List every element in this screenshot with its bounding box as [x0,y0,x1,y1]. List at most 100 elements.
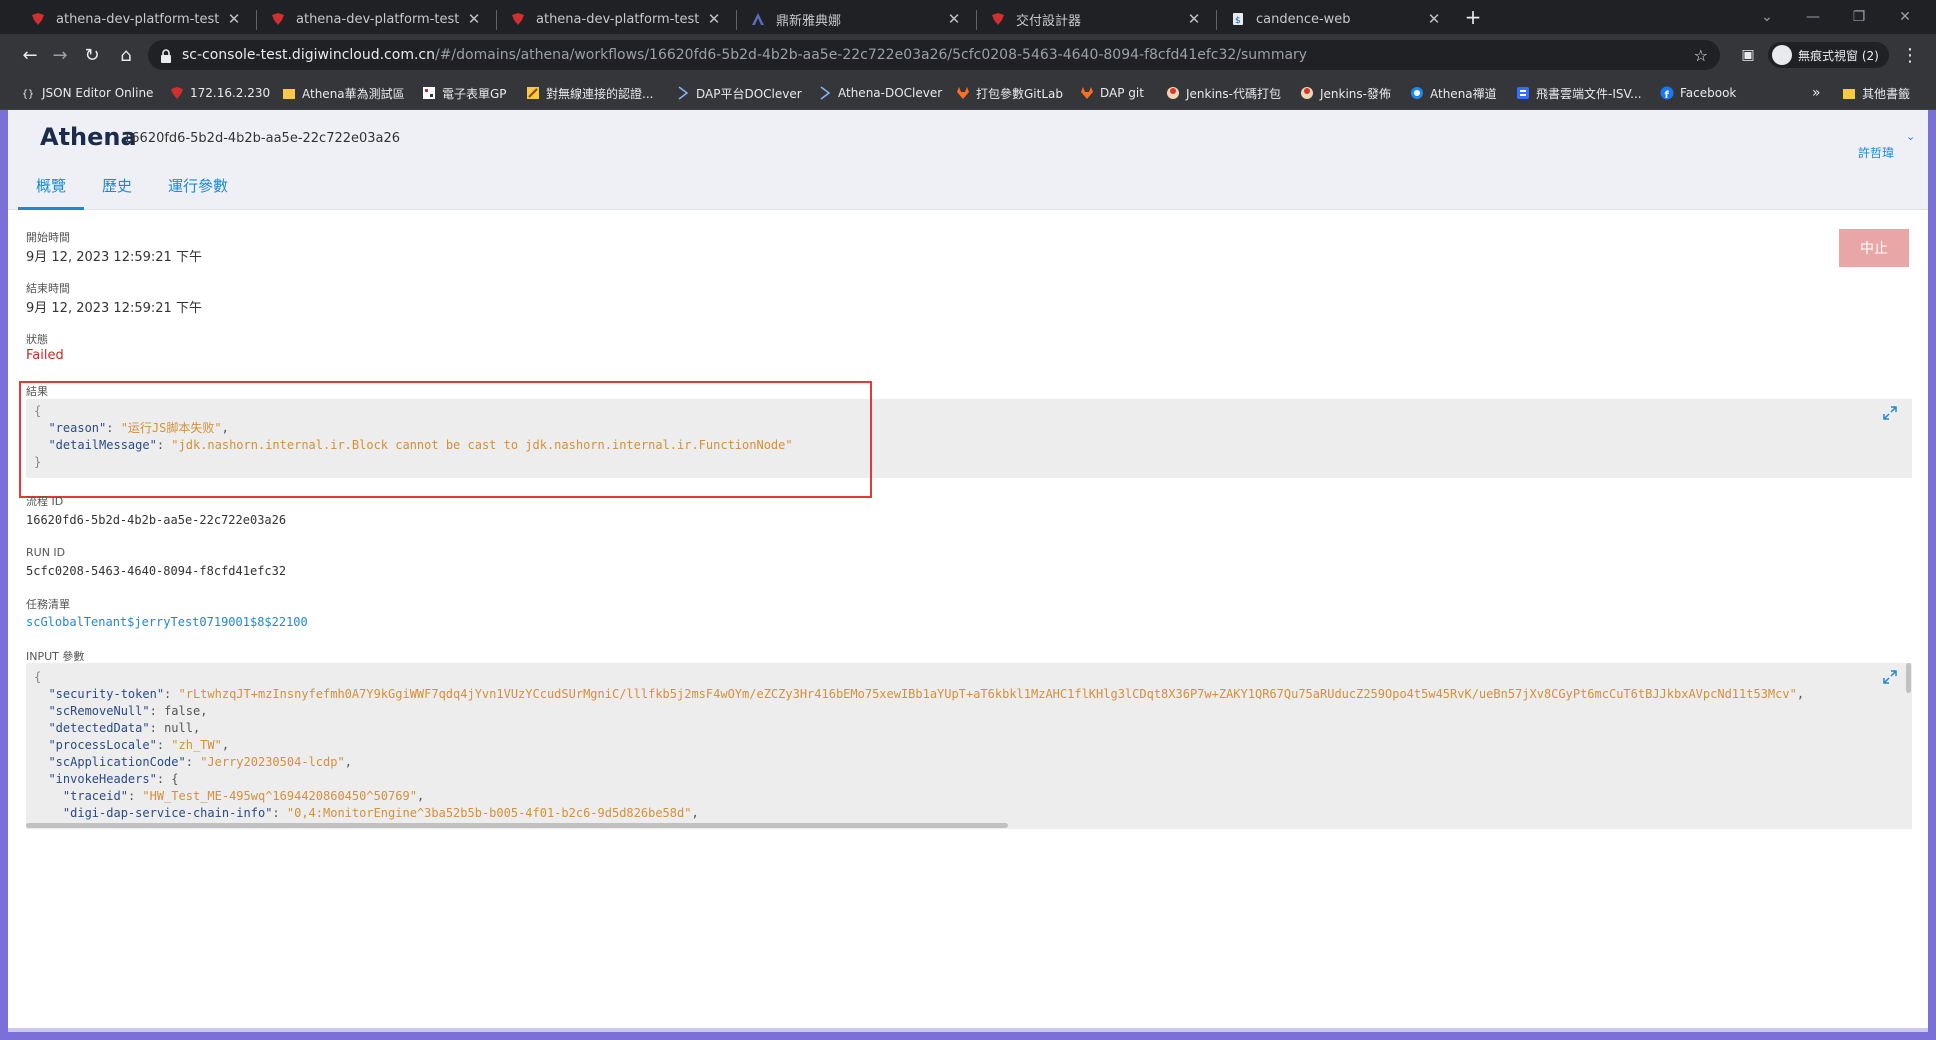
result-label: 結果 [26,385,48,398]
bookmark-item[interactable]: 電子表單GP [422,84,507,102]
bookmarks-overflow-button[interactable]: » [1812,84,1821,102]
start-time-label: 開始時間 [26,231,70,244]
bookmark-item[interactable]: Jenkins-代碼打包 [1166,84,1281,102]
chevron-down-icon[interactable]: ⌄ [1906,130,1915,143]
json-value: "HW_Test_ME-495wq^1694420860450^50769" [142,789,417,803]
run-id-value: 5cfc0208-5463-4640-8094-f8cfd41efc32 [26,564,287,578]
tab-divider [256,10,257,30]
close-icon[interactable]: ✕ [466,10,482,28]
vertical-scrollbar[interactable] [1906,663,1911,693]
json-key: "processLocale" [48,738,157,752]
browser-tab[interactable]: 鼎新雅典娜 ✕ [740,4,972,34]
tab-overview[interactable]: 概覽 [18,174,85,210]
address-bar[interactable]: sc-console-test.digiwincloud.com.cn/#/do… [148,40,1720,70]
browser-tab[interactable]: athena-dev-platform-test.digiwincloud.co… [20,4,252,34]
reload-icon[interactable]: ↻ [78,41,106,69]
bookmark-item[interactable]: DAP git [1080,84,1144,102]
json-value: null [164,721,193,735]
bookmark-item[interactable]: {} JSON Editor Online [22,84,153,102]
end-time-value: 9月 12, 2023 12:59:21 下午 [26,301,202,316]
red-dragon-icon [990,11,1006,27]
side-panel-icon[interactable]: ▣ [1734,41,1762,69]
incognito-icon [1772,45,1792,65]
json-line: "detectedData": null, [48,721,201,735]
json-line: "invokeHeaders": { [48,772,179,786]
json-value: false [164,704,201,718]
json-key: "reason" [48,421,107,435]
result-json-viewer[interactable]: { "reason": "运行JS脚本失败", "detailMessage":… [26,399,1912,478]
lock-icon [160,48,174,63]
tab-history[interactable]: 歷史 [84,174,150,210]
json-line: "security-token": "rLtwhzqJT+mzInsnyfefm… [48,687,1805,701]
json-line: "scApplicationCode": "Jerry20230504-lcdp… [48,755,352,769]
expand-icon[interactable] [1882,669,1898,685]
forward-icon[interactable]: → [46,41,74,69]
other-bookmarks-folder[interactable]: 其他書籤 [1842,84,1910,102]
json-line: "digi-dap-service-chain-info": "0,4:Moni… [62,806,699,820]
doclever-icon [818,86,832,100]
tab-search-icon[interactable]: ⌄ [1744,0,1790,34]
home-icon[interactable]: ⌂ [112,41,140,69]
red-dragon-icon [510,11,526,27]
bookmark-item[interactable]: DAP平台DOClever [676,84,802,102]
json-icon: {} [22,86,36,100]
bookmark-item[interactable]: Athena華為測試區 [282,84,405,102]
incognito-label: 無痕式視窗 (2) [1798,48,1879,63]
bookmark-item[interactable]: 飛書雲端文件-ISV... [1516,84,1642,102]
gitlab-icon [956,86,970,100]
bookmark-item[interactable]: 172.16.2.230 [170,84,270,102]
start-time-value: 9月 12, 2023 12:59:21 下午 [26,250,202,265]
json-value: "运行JS脚本失败" [120,421,222,435]
jenkins-icon [1166,86,1180,100]
page-header: Athena 16620fd6-5b2d-4b2b-aa5e-22c722e03… [8,110,1928,210]
json-key: "scApplicationCode" [48,755,186,769]
expand-icon[interactable] [1882,405,1898,421]
status-value: Failed [26,348,64,363]
bookmark-item[interactable]: f Facebook [1660,84,1736,102]
json-key: "detectedData" [48,721,150,735]
json-key: "detailMessage" [48,438,157,452]
horizontal-scrollbar[interactable] [26,823,1008,828]
input-json-viewer[interactable]: { "security-token": "rLtwhzqJT+mzInsnyfe… [26,663,1912,829]
browser-tab[interactable]: athena-dev-platform-test.digiwincloud.co… [260,4,492,34]
bookmark-star-icon[interactable]: ☆ [1694,46,1708,65]
flow-id-label: 流程 ID [26,495,64,508]
new-tab-button[interactable]: + [1462,6,1484,28]
incognito-indicator[interactable]: 無痕式視窗 (2) [1768,42,1889,68]
page-content: Athena 16620fd6-5b2d-4b2b-aa5e-22c722e03… [8,110,1928,1032]
browser-tab-strip: athena-dev-platform-test.digiwincloud.co… [0,0,1936,34]
bookmark-item[interactable]: Athena-DOClever [818,84,942,102]
tab-divider [496,10,497,30]
close-icon[interactable]: ✕ [226,10,242,28]
user-name[interactable]: 許哲瑋 [1858,144,1894,161]
json-key: "security-token" [48,687,165,701]
json-key: "scRemoveNull" [48,704,150,718]
tab-divider [1216,10,1217,30]
bookmark-item[interactable]: Jenkins-發佈 [1300,84,1391,102]
menu-kebab-icon[interactable]: ⋮ [1896,41,1924,69]
json-key: "digi-dap-service-chain-info" [62,806,273,820]
folder-icon [282,86,296,100]
bookmark-item[interactable]: 打包參數GitLab [956,84,1063,102]
red-dragon-icon [30,11,46,27]
tab-run-params[interactable]: 運行參數 [150,174,246,210]
bookmark-item[interactable]: 對無線連接的認證... [526,84,653,102]
close-window-button[interactable]: ✕ [1882,0,1928,34]
zentao-icon [1410,86,1424,100]
json-key: "invokeHeaders" [48,772,157,786]
back-icon[interactable]: ← [16,41,44,69]
tasklist-value[interactable]: scGlobalTenant$jerryTest0719001$8$22100 [26,615,308,629]
restore-button[interactable]: ❐ [1836,0,1882,34]
svg-text:$: $ [1235,16,1241,26]
browser-tab[interactable]: athena-dev-platform-test.digiwincloud.co… [500,4,732,34]
close-icon[interactable]: ✕ [946,10,962,28]
browser-tab[interactable]: 交付設計器 ✕ [980,4,1212,34]
close-icon[interactable]: ✕ [706,10,722,28]
pencil-icon [526,86,540,100]
close-icon[interactable]: ✕ [1426,10,1442,28]
bookmark-item[interactable]: Athena禪道 [1410,84,1497,102]
close-icon[interactable]: ✕ [1186,10,1202,28]
minimize-button[interactable]: — [1790,0,1836,34]
stop-button[interactable]: 中止 [1839,229,1909,267]
browser-tab[interactable]: $ candence-web ✕ [1220,4,1452,34]
